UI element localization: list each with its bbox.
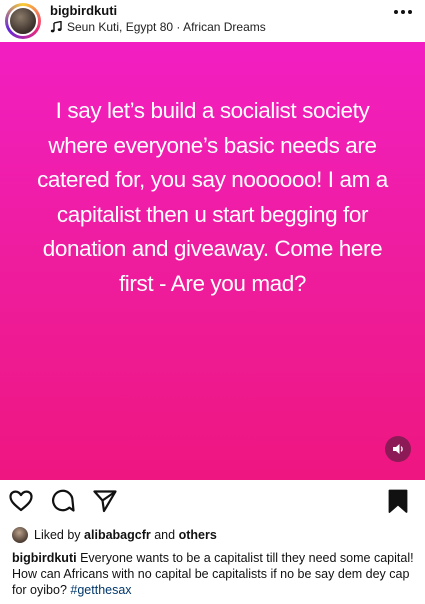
speaker-icon — [393, 444, 403, 454]
send-icon[interactable] — [92, 488, 118, 514]
likes-prefix: Liked by — [34, 528, 81, 542]
audio-track[interactable]: Seun Kuti, Egypt 80 · African Dreams — [50, 20, 266, 34]
likes-summary: Liked by alibabagcfr and others — [12, 527, 217, 543]
post-caption: bigbirdkuti Everyone wants to be a capit… — [12, 550, 416, 598]
bookmark-icon[interactable] — [385, 488, 411, 514]
username[interactable]: bigbirdkuti — [50, 3, 117, 18]
likes-and: and — [154, 528, 176, 542]
post-quote-text: I say let’s build a socialist society wh… — [37, 98, 388, 296]
sound-toggle-button[interactable] — [385, 436, 411, 462]
liker-username[interactable]: alibabagcfr — [84, 528, 151, 542]
audio-label: Seun Kuti, Egypt 80 · African Dreams — [67, 20, 266, 34]
music-note-icon — [50, 21, 62, 33]
heart-icon[interactable] — [8, 488, 34, 514]
liker-avatar[interactable] — [12, 527, 28, 543]
caption-hashtag[interactable]: #getthesax — [70, 583, 131, 597]
avatar[interactable] — [8, 6, 38, 36]
more-options-icon[interactable] — [393, 6, 413, 18]
caption-username[interactable]: bigbirdkuti — [12, 551, 77, 565]
post-image[interactable]: I say let’s build a socialist society wh… — [0, 42, 425, 480]
likes-others-link[interactable]: others — [179, 528, 217, 542]
post-header: bigbirdkuti Seun Kuti, Egypt 80 · Africa… — [0, 0, 425, 42]
comment-icon[interactable] — [50, 488, 76, 514]
story-ring[interactable] — [5, 3, 41, 39]
action-bar — [0, 484, 425, 518]
